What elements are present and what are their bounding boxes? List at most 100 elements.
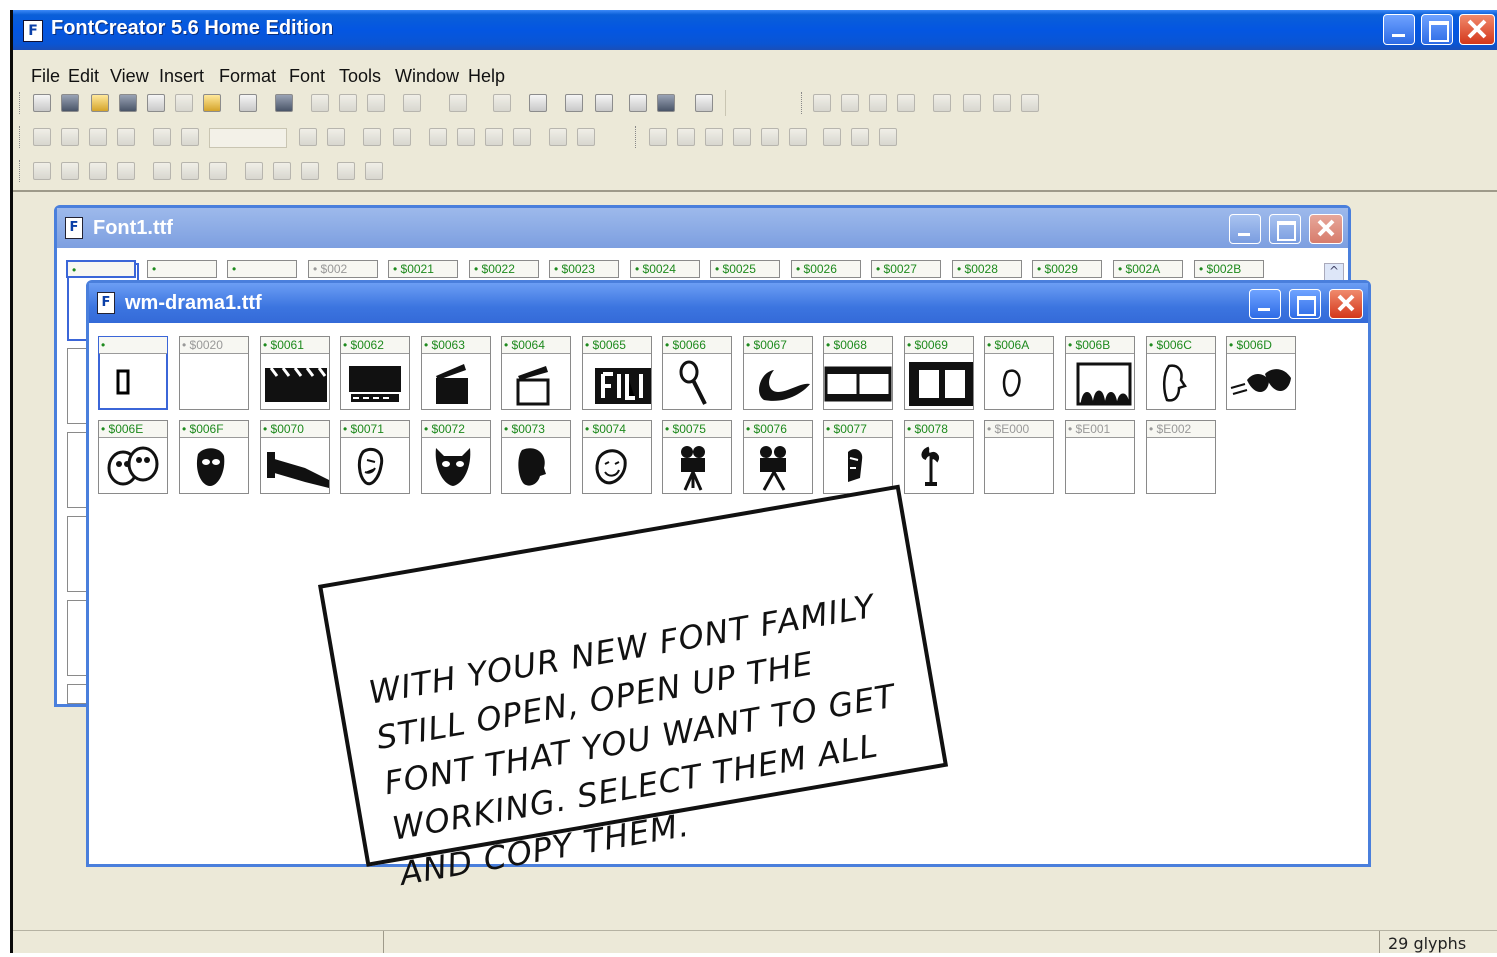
glyph-view-icon[interactable] — [629, 94, 647, 112]
toolbar-grip[interactable] — [635, 126, 639, 148]
glyph-cell-0073[interactable]: • $0073 — [501, 420, 571, 494]
percent-icon[interactable] — [823, 128, 841, 146]
glyph-cell-0077[interactable]: • $0077 — [823, 420, 893, 494]
font1-glyph-cell[interactable] — [67, 348, 87, 424]
toolbar-grip[interactable] — [19, 92, 23, 114]
paste-icon[interactable] — [367, 94, 385, 112]
font1-cell-label[interactable]: • — [147, 260, 217, 278]
font1-cell-label[interactable]: • $0028 — [952, 260, 1022, 278]
glyph-cell-0076[interactable]: • $0076 — [743, 420, 813, 494]
drama-minimize-button[interactable] — [1249, 289, 1281, 319]
align-top-icon[interactable] — [245, 162, 263, 180]
glyph-cell-006C[interactable]: • $006C — [1146, 336, 1216, 410]
font1-cell-label[interactable]: • $002B — [1194, 260, 1264, 278]
find-icon[interactable] — [275, 94, 293, 112]
glyph-cell-0067[interactable]: • $0067 — [743, 336, 813, 410]
font1-cell-label[interactable]: • — [227, 260, 297, 278]
zoom-in-icon[interactable] — [153, 128, 171, 146]
font1-cell-label[interactable]: • $0025 — [710, 260, 780, 278]
font1-cell-label[interactable]: • $0026 — [791, 260, 861, 278]
letter-a3-icon[interactable] — [1021, 94, 1039, 112]
tag-icon[interactable] — [595, 94, 613, 112]
font1-cell-label[interactable]: • $0029 — [1032, 260, 1102, 278]
font1-title-bar[interactable]: F Font1.ttf — [57, 208, 1348, 248]
measure-icon[interactable] — [117, 128, 135, 146]
glyph-cell-E002[interactable]: • $E002 — [1146, 420, 1216, 494]
save-all-icon[interactable] — [147, 94, 165, 112]
menu-help[interactable]: Help — [468, 66, 505, 87]
table-icon[interactable] — [327, 128, 345, 146]
font1-cell-label[interactable]: • $0022 — [469, 260, 539, 278]
glyph-cell-0063[interactable]: • $0063 — [421, 336, 491, 410]
align-left-icon[interactable] — [153, 162, 171, 180]
intersect-icon[interactable] — [89, 162, 107, 180]
menu-font[interactable]: Font — [289, 66, 325, 87]
font1-cell-label[interactable]: • $0027 — [871, 260, 941, 278]
frame-icon[interactable] — [549, 128, 567, 146]
ellipse-icon[interactable] — [513, 128, 531, 146]
menu-file[interactable]: File — [31, 66, 60, 87]
glyph-cell-006F[interactable]: • $006F — [179, 420, 249, 494]
font1-close-button[interactable] — [1309, 214, 1343, 244]
glyph-cell-E000[interactable]: • $E000 — [984, 420, 1054, 494]
text-tool-icon[interactable] — [657, 94, 675, 112]
glyph-cell-0068[interactable]: • $0068 — [823, 336, 893, 410]
font1-minimize-button[interactable] — [1229, 214, 1261, 244]
flip-icon[interactable] — [789, 128, 807, 146]
glyph-cell-0075[interactable]: • $0075 — [662, 420, 732, 494]
font1-cell-label[interactable]: • $0021 — [388, 260, 458, 278]
glyph-cell-0074[interactable]: • $0074 — [582, 420, 652, 494]
face-icon[interactable] — [897, 94, 915, 112]
redo-icon[interactable] — [449, 94, 467, 112]
glyph-cell-006A[interactable]: • $006A — [984, 336, 1054, 410]
transform-icon[interactable] — [851, 128, 869, 146]
triangle-icon[interactable] — [363, 128, 381, 146]
undo-icon[interactable] — [403, 94, 421, 112]
glyph-cell-0072[interactable]: • $0072 — [421, 420, 491, 494]
font1-cell-label[interactable]: • — [66, 260, 136, 278]
pen-icon[interactable] — [813, 94, 831, 112]
maximize-button[interactable] — [1421, 14, 1453, 45]
glyph-cell-0065[interactable]: • $0065 — [582, 336, 652, 410]
font1-glyph-cell[interactable] — [67, 516, 87, 592]
grid-icon[interactable] — [299, 128, 317, 146]
image-icon[interactable] — [429, 128, 447, 146]
glyph-cell-0062[interactable]: • $0062 — [340, 336, 410, 410]
glyph-cell-space[interactable]: • $0020 — [179, 336, 249, 410]
align-mid-icon[interactable] — [181, 162, 199, 180]
font1-glyph-cell[interactable] — [67, 600, 87, 676]
export-icon[interactable] — [203, 94, 221, 112]
refresh-icon[interactable] — [493, 94, 511, 112]
rectangle-icon[interactable] — [485, 128, 503, 146]
cut-icon[interactable] — [311, 94, 329, 112]
glyph-cell-0069[interactable]: • $0069 — [904, 336, 974, 410]
font1-cell-label[interactable]: • $0023 — [549, 260, 619, 278]
open-icon[interactable] — [91, 94, 109, 112]
test-font-icon[interactable] — [695, 94, 713, 112]
font1-glyph-cell[interactable] — [67, 684, 87, 704]
align-center-icon[interactable] — [677, 128, 695, 146]
select-icon[interactable] — [33, 128, 51, 146]
distribute-h-icon[interactable] — [337, 162, 355, 180]
glyph-cell-0078[interactable]: • $0078 — [904, 420, 974, 494]
glyph-cell-0066[interactable]: • $0066 — [662, 336, 732, 410]
align-vmid-icon[interactable] — [273, 162, 291, 180]
crop-icon[interactable] — [705, 128, 723, 146]
node-icon[interactable] — [841, 94, 859, 112]
menu-window[interactable]: Window — [395, 66, 459, 87]
glyph-cell-0064[interactable]: • $0064 — [501, 336, 571, 410]
bezier-icon[interactable] — [393, 128, 411, 146]
letter-a2-icon[interactable] — [993, 94, 1011, 112]
minimize-button[interactable] — [1383, 14, 1415, 45]
save-icon[interactable] — [119, 94, 137, 112]
drama-title-bar[interactable]: F wm-drama1.ttf — [89, 283, 1368, 323]
union-icon[interactable] — [61, 162, 79, 180]
new-icon[interactable] — [33, 94, 51, 112]
glyph-cell-E001[interactable]: • $E001 — [1065, 420, 1135, 494]
move-icon[interactable] — [733, 128, 751, 146]
glyph-cell-006B[interactable]: • $006B — [1065, 336, 1135, 410]
align-bottom-icon[interactable] — [301, 162, 319, 180]
print-icon[interactable] — [239, 94, 257, 112]
glyph-cell-0061[interactable]: • $0061 — [260, 336, 330, 410]
hand-icon[interactable] — [89, 128, 107, 146]
